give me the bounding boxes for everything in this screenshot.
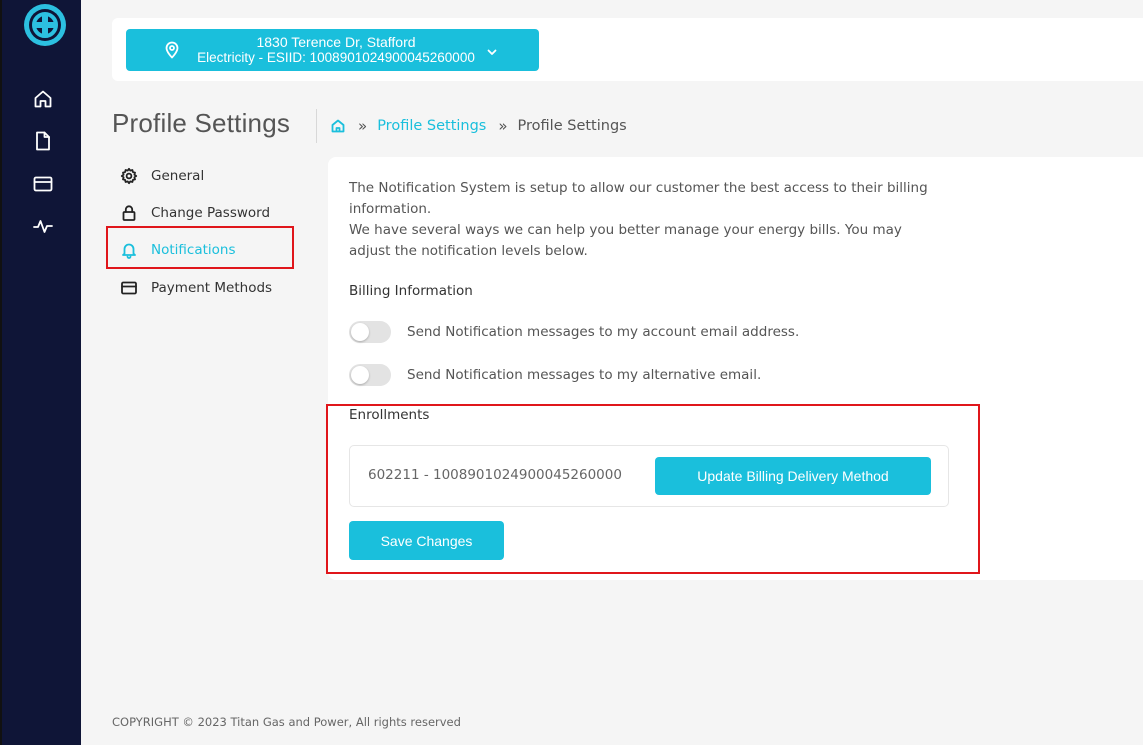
toggle-row-alternative-email: Send Notification messages to my alterna… — [349, 364, 761, 386]
account-address: 1830 Terence Dr, Stafford — [256, 34, 416, 50]
menu-item-label: Payment Methods — [151, 280, 273, 296]
breadcrumb-current: Profile Settings — [517, 118, 627, 134]
home-icon[interactable] — [32, 88, 54, 110]
account-selector-dropdown[interactable]: 1830 Terence Dr, Stafford Electricity - … — [126, 29, 539, 71]
breadcrumb-link-profile-settings[interactable]: Profile Settings — [377, 118, 486, 134]
brand-logo[interactable] — [24, 4, 66, 46]
billing-information-heading: Billing Information — [349, 283, 473, 299]
account-email-toggle[interactable] — [349, 321, 391, 343]
toggle-label: Send Notification messages to my alterna… — [407, 367, 762, 383]
credit-card-icon — [120, 279, 138, 297]
notifications-intro: The Notification System is setup to allo… — [349, 178, 939, 262]
page-title: Profile Settings — [112, 108, 291, 138]
account-header-card: 1830 Terence Dr, Stafford Electricity - … — [112, 18, 1143, 81]
enrollments-highlight-box — [326, 404, 980, 574]
gear-icon — [120, 167, 138, 185]
billing-card-icon[interactable] — [32, 173, 54, 195]
intro-paragraph-2: We have several ways we can help you bet… — [349, 222, 902, 259]
menu-item-label: General — [151, 168, 205, 184]
toggle-row-account-email: Send Notification messages to my account… — [349, 321, 799, 343]
chevron-down-icon — [486, 43, 498, 55]
breadcrumb-separator: » — [358, 117, 368, 135]
document-icon[interactable] — [32, 130, 54, 152]
side-nav-rail — [0, 0, 81, 745]
footer-copyright: COPYRIGHT © 2023 Titan Gas and Power, Al… — [112, 715, 461, 729]
usage-activity-icon[interactable] — [32, 215, 54, 237]
toggle-label: Send Notification messages to my account… — [407, 324, 800, 340]
lock-icon — [120, 204, 138, 222]
menu-item-payment-methods[interactable]: Payment Methods — [120, 276, 272, 300]
account-service: Electricity - ESIID: 1008901024900045260… — [197, 50, 475, 65]
intro-paragraph-1: The Notification System is setup to allo… — [349, 180, 928, 217]
breadcrumb-home-icon[interactable] — [330, 118, 346, 134]
breadcrumb: » Profile Settings » Profile Settings — [330, 116, 627, 136]
menu-item-change-password[interactable]: Change Password — [120, 201, 270, 225]
title-divider — [316, 109, 317, 143]
menu-item-label: Change Password — [151, 205, 271, 221]
menu-item-general[interactable]: General — [120, 164, 204, 188]
breadcrumb-separator: » — [498, 117, 508, 135]
alternative-email-toggle[interactable] — [349, 364, 391, 386]
notifications-highlight-box — [106, 226, 294, 269]
